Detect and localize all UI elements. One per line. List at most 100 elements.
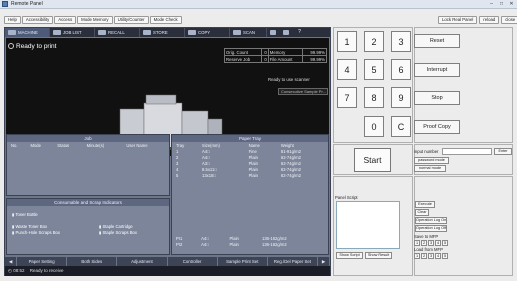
paper-tray-table: Tray Size(mm) Name Weight 1 A4□ Fine 81-91g… — [172, 142, 328, 178]
job-panel: Job No. Mode Status Minute(s) User Name — [6, 134, 170, 196]
show-result-button[interactable]: Show Result — [365, 252, 392, 259]
key-7[interactable]: 7 — [337, 87, 357, 108]
reg-del-paper-set-button[interactable]: Reg./Del Paper Set — [268, 257, 319, 266]
close-window-icon[interactable]: ✕ — [507, 1, 516, 8]
show-script-button[interactable]: Show Script — [336, 252, 363, 259]
adjustment-button[interactable]: Adjustment — [117, 257, 168, 266]
load-slots: 1 2 3 4 5 — [414, 253, 448, 259]
key-5[interactable]: 5 — [364, 59, 384, 80]
input-number-field[interactable] — [442, 148, 492, 155]
column-header: No. — [11, 142, 18, 148]
counter-icon[interactable] — [280, 28, 293, 37]
sample-print-set-button[interactable]: Sample Print Set — [218, 257, 268, 266]
normal-mode-button[interactable]: normal mode — [414, 165, 446, 172]
app-icon — [2, 1, 8, 7]
panel-script-textarea[interactable] — [336, 201, 400, 249]
status-time: 08:52 — [13, 268, 25, 273]
proof-copy-button[interactable]: Proof Copy — [414, 120, 460, 134]
counter-info: Orig. Count 0 Memory 99.99% Reserve Job 0 Fil… — [224, 48, 327, 63]
tab-machine[interactable]: MACHINE — [5, 28, 50, 37]
tab-copy[interactable]: COPY — [185, 28, 230, 37]
menu-utility-counter[interactable]: Utility/Counter — [113, 16, 149, 24]
settings-icon[interactable] — [267, 28, 280, 37]
column-header: Status — [57, 142, 70, 148]
load-slot-1[interactable]: 1 — [414, 253, 420, 259]
start-button[interactable]: Start — [354, 148, 391, 172]
store-icon — [143, 30, 151, 35]
info-label: File Amount — [267, 55, 304, 63]
consecutive-sample-button[interactable]: Consecutive Sample Pr... — [278, 88, 328, 95]
staple-scraps-indicator: ▮ Staple Scraps Box — [99, 230, 137, 235]
ready-status: Ready to print — [16, 43, 57, 50]
menu-help[interactable]: Help — [4, 16, 21, 24]
tab-recall[interactable]: RECALL — [95, 28, 140, 37]
key-2[interactable]: 2 — [364, 31, 384, 52]
info-value: 0 — [260, 55, 269, 63]
load-slot-5[interactable]: 5 — [442, 253, 448, 259]
key-clear[interactable]: C — [391, 116, 411, 137]
column-header: User Name — [126, 142, 148, 148]
save-slot-4[interactable]: 4 — [435, 240, 441, 246]
load-slot-3[interactable]: 3 — [428, 253, 434, 259]
both-sides-button[interactable]: Both Sides — [67, 257, 118, 266]
table-row[interactable]: 5 13x18□ Plain 62-74g/m2 — [172, 172, 328, 178]
menu-mode-check[interactable]: Mode Check — [149, 16, 182, 24]
save-slot-5[interactable]: 5 — [442, 240, 448, 246]
paper-setting-button[interactable]: Paper Setting — [17, 257, 68, 266]
key-3[interactable]: 3 — [391, 31, 411, 52]
key-0[interactable]: 0 — [364, 116, 384, 137]
operation-log-off-button[interactable]: Operation Log Off — [415, 225, 447, 232]
controller-button[interactable]: Controller — [168, 257, 218, 266]
menu-mode-memory[interactable]: Mode Memory — [77, 16, 113, 24]
lock-real-panel-button[interactable]: Lock Real Panel — [438, 16, 478, 24]
key-1[interactable]: 1 — [337, 31, 357, 52]
job-table: No. Mode Status Minute(s) User Name — [7, 142, 169, 148]
clear-button[interactable]: Clear — [415, 209, 429, 216]
execute-button[interactable]: Execute — [415, 201, 435, 208]
maximize-icon[interactable]: □ — [497, 1, 506, 8]
consumables-panel: Consumable and Scrap Indicators ▮ Toner … — [6, 198, 170, 255]
next-arrow-icon[interactable]: ▶ — [318, 257, 331, 266]
reload-button[interactable]: reload — [479, 16, 500, 24]
reset-button[interactable]: Reset — [414, 34, 460, 48]
save-slot-3[interactable]: 3 — [428, 240, 434, 246]
machine-icon — [8, 30, 16, 35]
menu-bar: Help Accessibility Access Mode Memory Ut… — [0, 16, 333, 25]
window-title: Remote Panel — [11, 1, 43, 7]
tab-scan[interactable]: SCAN — [230, 28, 267, 37]
operation-log-on-button[interactable]: Operation Log On — [415, 217, 447, 224]
menu-accessibility[interactable]: Accessibility — [21, 16, 54, 24]
info-label: Orig. Count — [224, 48, 262, 56]
close-button[interactable]: close — [501, 16, 517, 24]
tab-job-list[interactable]: JOB LIST — [50, 28, 95, 37]
enter-button[interactable]: Enter — [494, 148, 512, 155]
status-message: Ready to receive — [29, 268, 64, 273]
info-value: 0 — [260, 48, 269, 56]
save-slot-1[interactable]: 1 — [414, 240, 420, 246]
mode-tab-bar: MACHINE JOB LIST RECALL STORE COPY SCAN … — [5, 28, 330, 37]
stop-button[interactable]: Stop — [414, 91, 460, 105]
paper-tray-title: Paper Tray — [172, 135, 328, 142]
minimize-icon[interactable]: – — [487, 1, 496, 8]
password-mode-button[interactable]: password mode — [414, 157, 449, 164]
menu-access[interactable]: Access — [54, 16, 77, 24]
ready-icon — [8, 43, 14, 49]
load-slot-4[interactable]: 4 — [435, 253, 441, 259]
table-row[interactable]: PI2 A4□ Plain 136-162g/m2 — [172, 241, 328, 247]
input-number-label: input number — [414, 149, 439, 154]
info-label: Reserve Job — [224, 55, 262, 63]
interrupt-button[interactable]: Interrupt — [414, 63, 460, 77]
recall-icon — [98, 30, 106, 35]
key-8[interactable]: 8 — [364, 87, 384, 108]
job-panel-title: Job — [7, 135, 169, 142]
clock-icon: ◴ — [8, 268, 12, 273]
help-icon[interactable]: ? — [293, 28, 306, 37]
punch-hole-indicator: ▮ Punch-Hole Scraps Box — [12, 230, 60, 235]
key-4[interactable]: 4 — [337, 59, 357, 80]
save-slot-2[interactable]: 2 — [421, 240, 427, 246]
tab-store[interactable]: STORE — [140, 28, 185, 37]
key-9[interactable]: 9 — [391, 87, 411, 108]
prev-arrow-icon[interactable]: ◀ — [5, 257, 17, 266]
load-slot-2[interactable]: 2 — [421, 253, 427, 259]
key-6[interactable]: 6 — [391, 59, 411, 80]
